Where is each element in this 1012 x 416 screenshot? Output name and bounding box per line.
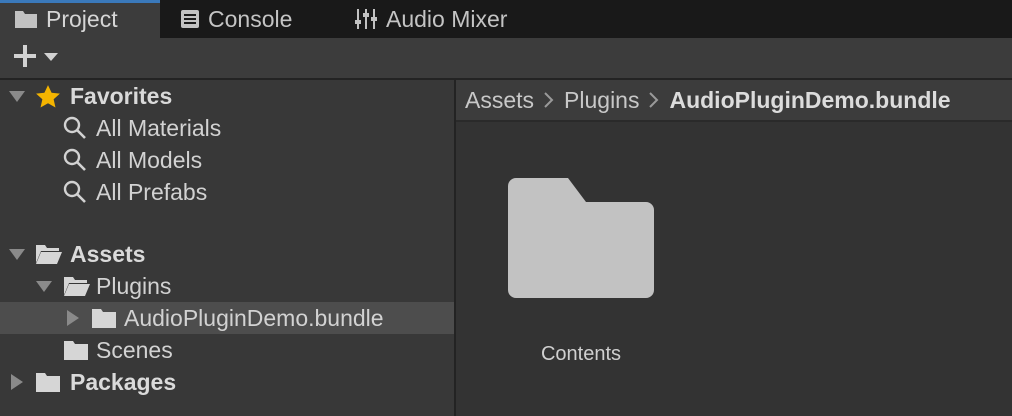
- toolbar: [0, 38, 1012, 80]
- asset-label: Contents: [540, 343, 622, 365]
- tree-item-scenes[interactable]: Scenes: [0, 334, 454, 366]
- breadcrumb-assets[interactable]: Assets: [465, 87, 534, 114]
- expand-arrow-icon[interactable]: [66, 310, 80, 326]
- tab-console[interactable]: Console: [180, 0, 292, 38]
- tree-item-label: Packages: [70, 368, 177, 395]
- open-folder-icon: [35, 243, 63, 265]
- open-folder-icon: [63, 275, 91, 297]
- tree-item-packages[interactable]: Packages: [0, 366, 454, 398]
- tree-item-all-prefabs[interactable]: All Prefabs: [0, 176, 454, 208]
- breadcrumb-plugins[interactable]: Plugins: [564, 87, 639, 114]
- expand-arrow-icon[interactable]: [9, 89, 25, 103]
- breadcrumb: Assets Plugins AudioPluginDemo.bundle: [456, 80, 1012, 122]
- chevron-right-icon: [649, 92, 659, 108]
- search-icon: [63, 180, 87, 204]
- breadcrumb-audioplugindemo-bundle[interactable]: AudioPluginDemo.bundle: [669, 87, 950, 114]
- folder-icon: [91, 307, 117, 329]
- asset-item-contents[interactable]: Contents: [506, 176, 656, 366]
- expand-arrow-icon[interactable]: [9, 247, 25, 261]
- tree-item-favorites[interactable]: Favorites: [0, 80, 454, 112]
- asset-browser: Assets Plugins AudioPluginDemo.bundle Co…: [456, 80, 1012, 416]
- folder-tree: Favorites All Materials All Models All P…: [0, 80, 454, 416]
- tab-audio-mixer[interactable]: Audio Mixer: [354, 0, 507, 38]
- folder-icon: [14, 9, 38, 29]
- star-icon: [35, 84, 61, 109]
- tab-bar: Project Console Audio Mixer: [0, 0, 1012, 38]
- tree-item-label: Favorites: [70, 82, 173, 109]
- expand-arrow-icon[interactable]: [10, 374, 24, 390]
- folder-icon: [35, 371, 61, 393]
- chevron-down-icon: [44, 49, 58, 67]
- tree-item-assets[interactable]: Assets: [0, 238, 454, 270]
- tree-item-all-materials[interactable]: All Materials: [0, 112, 454, 144]
- folder-icon: [508, 176, 654, 303]
- mixer-icon: [354, 8, 378, 30]
- tab-project[interactable]: Project: [0, 0, 160, 38]
- tree-item-label: Assets: [70, 240, 146, 267]
- tree-item-label: Plugins: [96, 272, 172, 299]
- tree-item-label: AudioPluginDemo.bundle: [124, 304, 384, 331]
- tab-label: Console: [208, 5, 293, 32]
- plus-icon: [12, 43, 38, 74]
- tree-item-plugins[interactable]: Plugins: [0, 270, 454, 302]
- tree-item-label: Scenes: [96, 336, 173, 363]
- chevron-right-icon: [544, 92, 554, 108]
- folder-icon: [63, 339, 89, 361]
- console-icon: [180, 9, 200, 29]
- tab-label: Project: [46, 5, 118, 32]
- tree-item-label: All Models: [96, 146, 203, 173]
- tree-item-audioplugindemo-bundle[interactable]: AudioPluginDemo.bundle: [0, 302, 454, 334]
- tab-label: Audio Mixer: [386, 5, 508, 32]
- create-button[interactable]: [12, 44, 64, 72]
- expand-arrow-icon[interactable]: [36, 279, 52, 293]
- search-icon: [63, 116, 87, 140]
- tree-item-label: All Materials: [96, 114, 222, 141]
- search-icon: [63, 148, 87, 172]
- tree-item-label: All Prefabs: [96, 178, 208, 205]
- tree-item-all-models[interactable]: All Models: [0, 144, 454, 176]
